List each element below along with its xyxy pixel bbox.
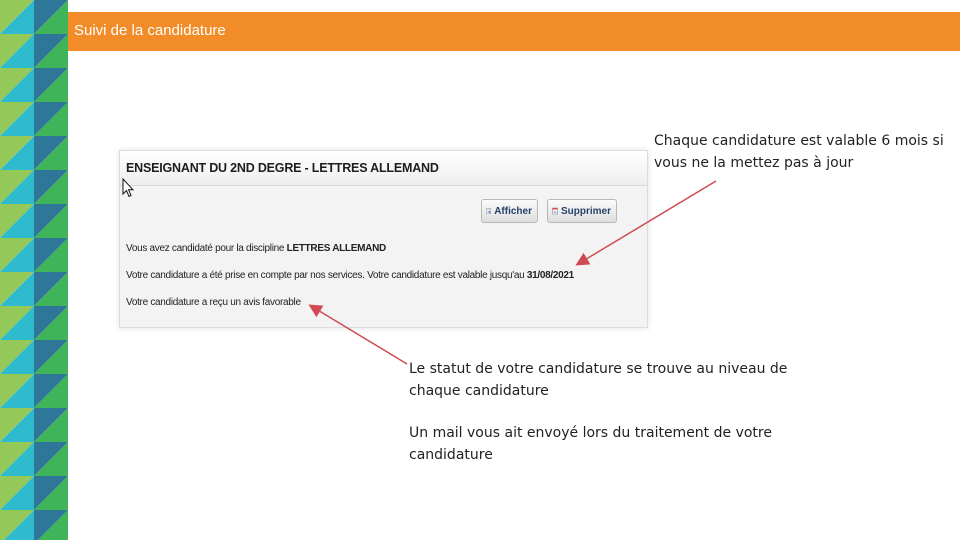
decorative-triangle-pattern	[0, 0, 68, 540]
validity-callout: Chaque candidature est valable 6 mois si…	[654, 133, 944, 171]
application-screenshot: ENSEIGNANT DU 2ND DEGRE - LETTRES ALLEMA…	[119, 150, 648, 328]
document-icon	[486, 208, 491, 214]
discipline-value: LETTRES ALLEMAND	[286, 243, 387, 254]
candidature-header: ENSEIGNANT DU 2ND DEGRE - LETTRES ALLEMA…	[120, 151, 647, 186]
status-callout: Le statut de votre candidature se trouve…	[409, 361, 788, 399]
slide-header: Suivi de la candidature	[68, 12, 960, 51]
delete-document-icon	[552, 207, 558, 215]
show-button[interactable]: Afficher	[481, 199, 538, 223]
status-line: Votre candidature a reçu un avis favorab…	[126, 297, 301, 308]
validity-text: Votre candidature a été prise en compte …	[126, 270, 527, 281]
validity-date: 31/08/2021	[526, 270, 574, 281]
delete-button-label: Supprimer	[560, 205, 611, 217]
status-text: Votre candidature a reçu un avis favorab…	[126, 297, 301, 308]
candidature-title: ENSEIGNANT DU 2ND DEGRE - LETTRES ALLEMA…	[126, 161, 439, 175]
show-button-label: Afficher	[494, 205, 532, 217]
mouse-cursor-icon	[122, 178, 134, 198]
validity-line: Votre candidature a été prise en compte …	[126, 270, 574, 281]
delete-button[interactable]: Supprimer	[547, 199, 617, 223]
discipline-line: Vous avez candidaté pour la discipline L…	[126, 243, 386, 254]
email-callout: Un mail vous ait envoyé lors du traiteme…	[409, 425, 772, 463]
slide-title: Suivi de la candidature	[74, 22, 226, 39]
discipline-text: Vous avez candidaté pour la discipline	[126, 243, 287, 254]
